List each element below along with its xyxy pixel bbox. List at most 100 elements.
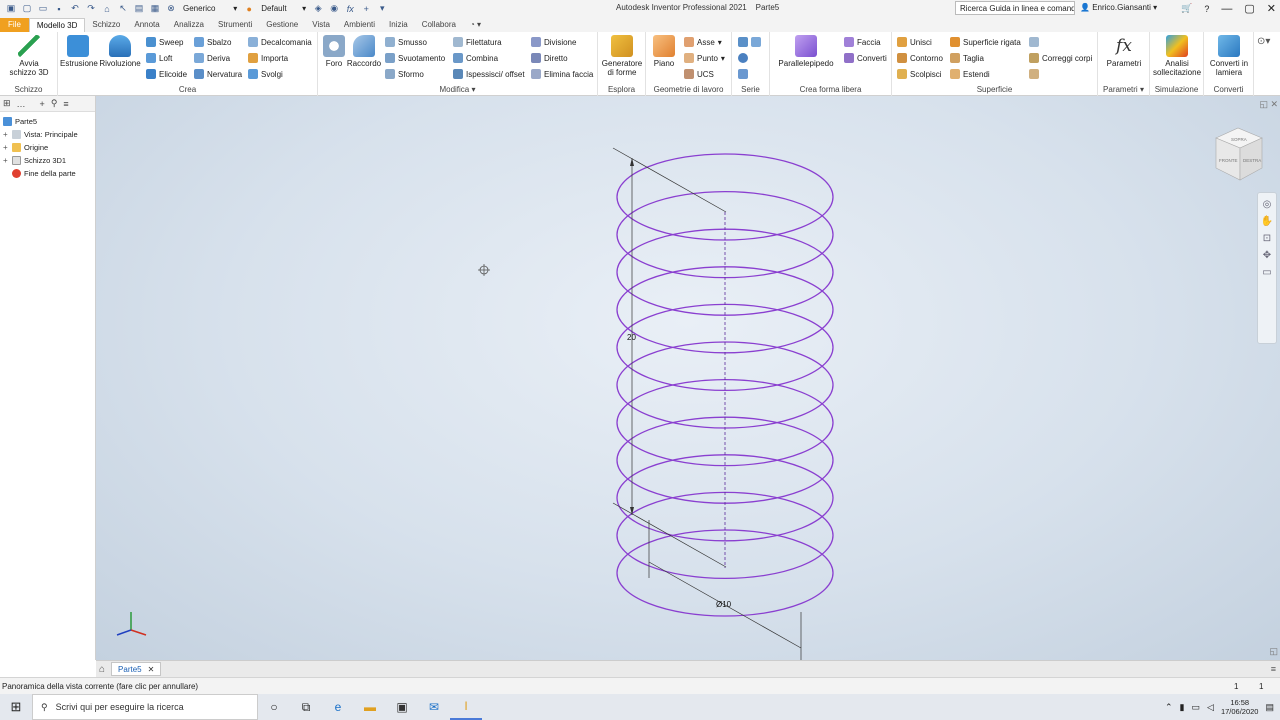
axis-button[interactable]: Asse ▾ (684, 36, 722, 48)
parameters-button[interactable]: fx Parametri (1102, 35, 1146, 68)
direct-button[interactable]: Diretto (531, 52, 568, 64)
freeform-box-button[interactable]: Parallelepipedo (774, 35, 838, 68)
browser-more-icon[interactable]: … (17, 99, 26, 109)
ribbon-options-icon[interactable]: ⊙▾ (1257, 36, 1270, 47)
helix-turn[interactable] (616, 416, 834, 504)
patch-button[interactable]: Contorno (897, 52, 943, 64)
hole-button[interactable]: Foro (320, 35, 348, 68)
browser-menu-icon[interactable]: ⊞ (3, 98, 11, 109)
new-icon[interactable]: ▢ (20, 2, 34, 15)
sculpt-button[interactable]: Scolpisci (897, 68, 942, 80)
repair-bodies-button[interactable]: Correggi corpi (1029, 52, 1092, 64)
tab-strumenti[interactable]: Strumenti (211, 18, 259, 32)
customize-icon[interactable]: ▾ (375, 2, 389, 15)
stitch-button[interactable]: Unisci (897, 36, 932, 48)
tab-vista[interactable]: Vista (305, 18, 337, 32)
tab-more-icon[interactable]: ◔ ▾ (463, 18, 488, 32)
close-tab-icon[interactable]: ✕ (148, 665, 155, 674)
draft-button[interactable]: Sformo (385, 68, 424, 80)
tab-menu-icon[interactable]: ≡ (1271, 664, 1276, 674)
combine-button[interactable]: Combina (453, 52, 498, 64)
emboss-button[interactable]: Sbalzo (194, 36, 231, 48)
save-icon[interactable]: ▪ (52, 2, 66, 15)
start-3d-sketch-button[interactable]: Avvia schizzo 3D (6, 35, 52, 77)
convert-sheet-metal-button[interactable]: Converti in lamiera (1206, 35, 1252, 77)
task-view-icon[interactable]: ⧉ (290, 694, 322, 720)
group-label-parametri[interactable]: Parametri ▾ (1098, 85, 1149, 94)
network-icon[interactable]: ▭ (1192, 702, 1201, 713)
redo-icon[interactable]: ↷ (84, 2, 98, 15)
point-button[interactable]: Punto ▾ (684, 52, 725, 64)
derive-button[interactable]: Deriva (194, 52, 230, 64)
update-icon[interactable]: ▤ (132, 2, 146, 15)
appearance-select[interactable]: Generico ▾ (180, 2, 240, 15)
height-dimension-label[interactable]: 20 (627, 333, 636, 342)
undo-icon[interactable]: ↶ (68, 2, 82, 15)
delete-face-button[interactable]: Elimina faccia (531, 68, 593, 80)
select-icon[interactable]: ↖ (116, 2, 130, 15)
look-at-icon[interactable]: ▭ (1262, 267, 1271, 278)
mail-icon[interactable]: ✉ (418, 694, 450, 720)
cart-icon[interactable]: 🛒 (1181, 3, 1192, 14)
tree-node-origin[interactable]: + Origine (3, 141, 48, 153)
loft-button[interactable]: Loft (146, 52, 172, 64)
rectangular-pattern-button[interactable] (738, 36, 761, 48)
revolve-button[interactable]: Rivoluzione (98, 35, 142, 68)
viewcube[interactable]: SOPRA FRONTE DESTRA (1215, 127, 1263, 181)
viewport-close-icon[interactable]: ✕ (1270, 99, 1278, 110)
zoom-icon[interactable]: ⊡ (1263, 233, 1271, 244)
help-search-input[interactable]: Ricerca Guida in linea e comand (955, 1, 1075, 15)
replace-face-button[interactable] (1029, 36, 1039, 48)
cortana-icon[interactable]: ○ (258, 694, 290, 720)
tray-arrow-icon[interactable]: ⌃ (1165, 702, 1173, 713)
home-icon[interactable]: ⌂ (100, 2, 114, 15)
notifications-icon[interactable]: ▤ (1265, 702, 1274, 713)
diameter-dimension-label[interactable]: Ø10 (716, 600, 732, 609)
plane-button[interactable]: Piano (648, 35, 680, 68)
shell-button[interactable]: Svuotamento (385, 52, 445, 64)
edge-icon[interactable]: e (322, 694, 354, 720)
sweep-button[interactable]: Sweep (146, 36, 183, 48)
import-button[interactable]: Importa (248, 52, 288, 64)
print-icon[interactable]: ▦ (148, 2, 162, 15)
tab-analizza[interactable]: Analizza (167, 18, 211, 32)
tree-node-sketch[interactable]: + Schizzo 3D1 (3, 154, 66, 166)
document-tab[interactable]: Parte5 ✕ (111, 662, 162, 676)
extrude-button[interactable]: Estrusione (60, 35, 98, 68)
tab-modello-3d[interactable]: Modello 3D (28, 18, 86, 32)
tree-node-view[interactable]: + Vista: Principale (3, 128, 78, 140)
taskbar-search-input[interactable]: ⚲ Scrivi qui per eseguire la ricerca (32, 694, 258, 720)
inventor-taskbar-icon[interactable]: I (450, 694, 482, 720)
home-tab-icon[interactable]: ⌂ (99, 664, 105, 675)
tree-node-part[interactable]: Parte5 (3, 115, 37, 127)
store-icon[interactable]: ▣ (386, 694, 418, 720)
tab-annota[interactable]: Annota (127, 18, 166, 32)
freeform-face-button[interactable]: Faccia (844, 36, 881, 48)
color-icon[interactable]: ● (242, 2, 256, 15)
trim-button[interactable]: Taglia (950, 52, 984, 64)
browser-add-icon[interactable]: + (40, 99, 45, 109)
help-icon[interactable]: ? (1204, 4, 1209, 14)
ucs-button[interactable]: UCS (684, 68, 714, 80)
fillet-button[interactable]: Raccordo (346, 35, 382, 68)
graphics-viewport[interactable]: 20 Ø10 SOPRA FRONTE DESTRA ◱ ✕ ◱ (96, 96, 1280, 660)
shape-generator-button[interactable]: Generatore di forme (600, 35, 644, 77)
extend-button[interactable]: Estendi (950, 68, 990, 80)
file-explorer-icon[interactable]: ▬ (354, 694, 386, 720)
app-menu-icon[interactable]: ▣ (4, 2, 18, 15)
thicken-button[interactable]: Ispessisci/ offset (453, 68, 525, 80)
circular-pattern-button[interactable] (738, 52, 748, 64)
style-select[interactable]: Default ▾ (258, 2, 309, 15)
unfold-button[interactable]: Svolgi (248, 68, 283, 80)
material-icon[interactable]: ⊗ (164, 2, 178, 15)
tab-collabora[interactable]: Collabora (415, 18, 463, 32)
usb-icon[interactable]: ▮ (1180, 702, 1185, 713)
user-account[interactable]: 👤 Enrico.Giansanti ▾ (1080, 3, 1157, 12)
chamfer-button[interactable]: Smusso (385, 36, 427, 48)
orbit-icon[interactable]: ✥ (1263, 250, 1271, 261)
tab-gestione[interactable]: Gestione (259, 18, 305, 32)
windows-start-icon[interactable]: ⊞ (0, 694, 32, 720)
tab-file[interactable]: File (0, 18, 29, 32)
close-button[interactable]: ✕ (1267, 2, 1276, 15)
expand-icon[interactable]: + (3, 130, 9, 139)
